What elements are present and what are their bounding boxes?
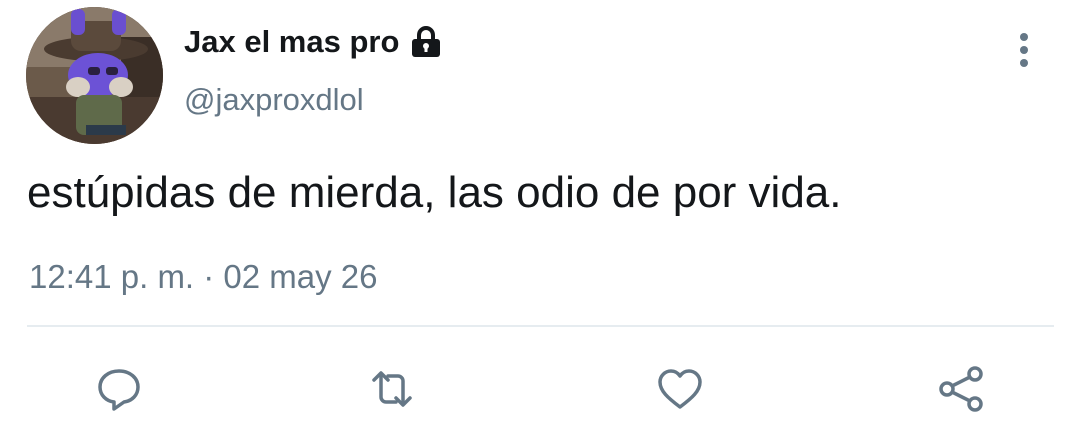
retweet-button[interactable] <box>368 365 416 413</box>
reply-icon <box>98 369 140 411</box>
divider <box>27 325 1054 327</box>
share-icon <box>939 366 983 412</box>
share-button[interactable] <box>937 365 985 413</box>
retweet-icon <box>372 371 412 407</box>
avatar[interactable] <box>26 7 163 144</box>
display-name-text: Jax el mas pro <box>184 24 400 59</box>
more-vertical-icon[interactable] <box>1010 30 1038 70</box>
like-button[interactable] <box>656 365 704 413</box>
tweet-timestamp[interactable]: 12:41 p. m. · 02 may 26 <box>29 258 378 296</box>
tweet-text: estúpidas de mierda, las odio de por vid… <box>27 168 842 217</box>
avatar-image <box>26 7 163 144</box>
lock-icon <box>409 25 443 59</box>
author-handle[interactable]: @jaxproxdlol <box>184 82 364 118</box>
reply-button[interactable] <box>95 365 143 413</box>
like-icon <box>658 369 702 409</box>
author-display-name[interactable]: Jax el mas pro <box>184 24 443 60</box>
